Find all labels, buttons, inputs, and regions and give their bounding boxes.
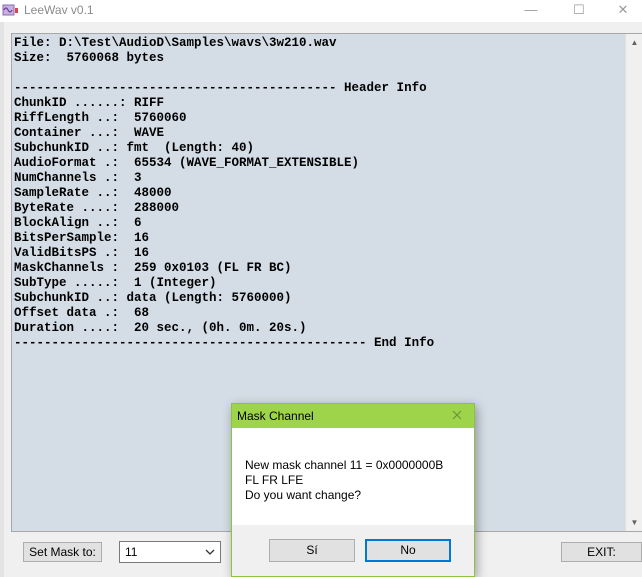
wave-app-icon	[2, 4, 18, 16]
scroll-up-arrow-icon[interactable]: ▲	[626, 34, 642, 51]
output-line: ValidBitsPS .: 16	[14, 246, 150, 260]
close-icon[interactable]	[450, 408, 464, 422]
dialog-message-line: Do you want change?	[245, 488, 362, 502]
exit-button[interactable]: EXIT:	[561, 542, 642, 562]
chevron-down-icon	[205, 549, 215, 555]
vertical-scrollbar[interactable]: ▲ ▼	[625, 34, 642, 531]
output-line: ----------------------------------------…	[14, 336, 435, 350]
output-line: NumChannels .: 3	[14, 171, 142, 185]
dialog-message-line: New mask channel 11 = 0x0000000B	[245, 458, 444, 472]
output-line: AudioFormat .: 65534 (WAVE_FORMAT_EXTENS…	[14, 156, 360, 170]
window-title: LeeWav v0.1	[24, 3, 94, 17]
output-line: ----------------------------------------…	[14, 81, 427, 95]
dialog-message-area: New mask channel 11 = 0x0000000B FL FR L…	[232, 428, 474, 525]
dialog-message-line: FL FR LFE	[245, 473, 304, 487]
yes-button[interactable]: Sí	[269, 539, 355, 562]
mask-select-value: 11	[125, 545, 138, 559]
dialog-title-bar: Mask Channel	[232, 404, 474, 428]
output-line: File: D:\Test\AudioD\Samples\wavs\3w210.…	[14, 36, 337, 50]
scroll-down-arrow-icon[interactable]: ▼	[626, 514, 642, 531]
output-line: SubchunkID ..: fmt (Length: 40)	[14, 141, 255, 155]
window-left-edge	[0, 22, 4, 577]
dialog-button-bar: Sí No	[232, 525, 474, 576]
output-line: RiffLength ..: 5760060	[14, 111, 187, 125]
title-bar: LeeWav v0.1 — ☐ ✕	[0, 0, 642, 22]
mask-select[interactable]: 11	[119, 541, 221, 563]
output-line: Duration ....: 20 sec., (0h. 0m. 20s.)	[14, 321, 307, 335]
output-line: ByteRate ....: 288000	[14, 201, 180, 215]
output-line: Size: 5760068 bytes	[14, 51, 165, 65]
minimize-button[interactable]: —	[508, 0, 554, 22]
output-line: ChunkID ......: RIFF	[14, 96, 165, 110]
output-line: BlockAlign ..: 6	[14, 216, 142, 230]
dialog-title: Mask Channel	[237, 409, 314, 423]
output-line: MaskChannels : 259 0x0103 (FL FR BC)	[14, 261, 292, 275]
output-line: Offset data .: 68	[14, 306, 150, 320]
output-line: SubType .....: 1 (Integer)	[14, 276, 217, 290]
close-button[interactable]: ✕	[600, 0, 642, 22]
output-line: Container ...: WAVE	[14, 126, 165, 140]
mask-channel-dialog: Mask Channel New mask channel 11 = 0x000…	[231, 403, 475, 577]
output-line: SubchunkID ..: data (Length: 5760000)	[14, 291, 292, 305]
output-line: BitsPerSample: 16	[14, 231, 150, 245]
set-mask-button[interactable]: Set Mask to:	[23, 542, 102, 562]
maximize-button[interactable]: ☐	[556, 0, 602, 22]
output-line: SampleRate ..: 48000	[14, 186, 172, 200]
no-button[interactable]: No	[365, 539, 451, 562]
